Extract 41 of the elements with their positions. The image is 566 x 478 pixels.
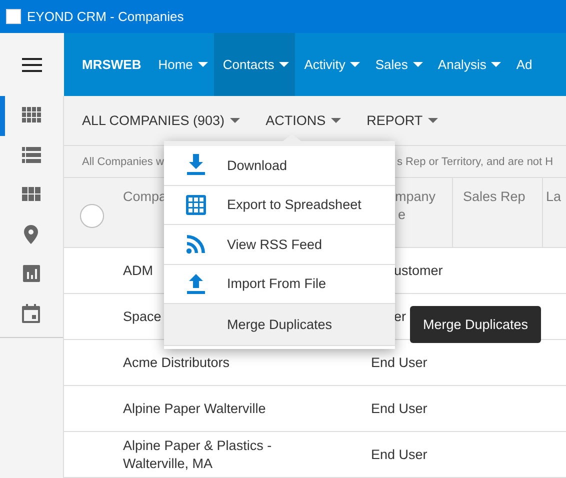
- calendar-icon: [22, 304, 41, 323]
- download-icon: [184, 153, 208, 178]
- menu-item[interactable]: View RSS Feed: [164, 225, 395, 264]
- map-pin-icon: [22, 224, 41, 244]
- table-cell-text: End User: [370, 446, 428, 464]
- nav-menu-item[interactable]: Analysis: [428, 33, 508, 96]
- menu-item[interactable]: Download: [164, 146, 395, 186]
- column-header[interactable]: mpany: [395, 188, 452, 206]
- company-name[interactable]: Alpine Paper Walterville: [122, 400, 337, 418]
- toolbar-dropdown[interactable]: REPORT: [366, 113, 438, 128]
- table-cell-text: End User: [370, 400, 428, 418]
- table-cell-text: ustomer: [393, 262, 444, 280]
- list-icon: [22, 146, 41, 165]
- table-cell-text: End User: [370, 354, 428, 372]
- nav-menu-item[interactable]: Sales: [366, 33, 429, 96]
- menu-item[interactable]: Export to Spreadsheet: [164, 186, 395, 225]
- menu-icon[interactable]: [22, 56, 42, 72]
- company-name[interactable]: Alpine Paper & Plastics - Walterville, MA: [122, 436, 337, 472]
- window-title: EYOND CRM - Companies: [27, 9, 184, 24]
- brand-name[interactable]: MRSWEB: [64, 33, 150, 96]
- column-header[interactable]: Sales Rep: [463, 188, 542, 206]
- rss-icon: [184, 232, 208, 256]
- filter-description: s Rep or Territory, and are not H: [397, 156, 554, 168]
- toolbar-dropdown[interactable]: ACTIONS: [266, 113, 341, 128]
- bar-chart-icon: [22, 264, 41, 284]
- nav-menu-item[interactable]: Ad: [507, 33, 538, 96]
- tooltip: Merge Duplicates: [410, 306, 542, 343]
- select-all-checkbox[interactable]: [80, 204, 104, 228]
- grid-icon: [184, 192, 208, 217]
- upload-icon: [184, 272, 208, 296]
- app-icon: [6, 9, 21, 24]
- nav-menu-item[interactable]: Activity: [295, 33, 366, 96]
- column-header[interactable]: e: [395, 206, 452, 224]
- nav-menu-item[interactable]: Contacts: [214, 33, 296, 96]
- grid-icon: [22, 106, 41, 126]
- column-header[interactable]: La: [546, 188, 566, 206]
- menu-item[interactable]: Merge Duplicates: [164, 304, 395, 346]
- toolbar-dropdown[interactable]: ALL COMPANIES (903): [82, 113, 240, 128]
- company-name[interactable]: Acme Distributors: [122, 354, 337, 372]
- filter-description: All Companies w: [82, 156, 164, 168]
- nav-menu-item[interactable]: Home: [149, 33, 214, 96]
